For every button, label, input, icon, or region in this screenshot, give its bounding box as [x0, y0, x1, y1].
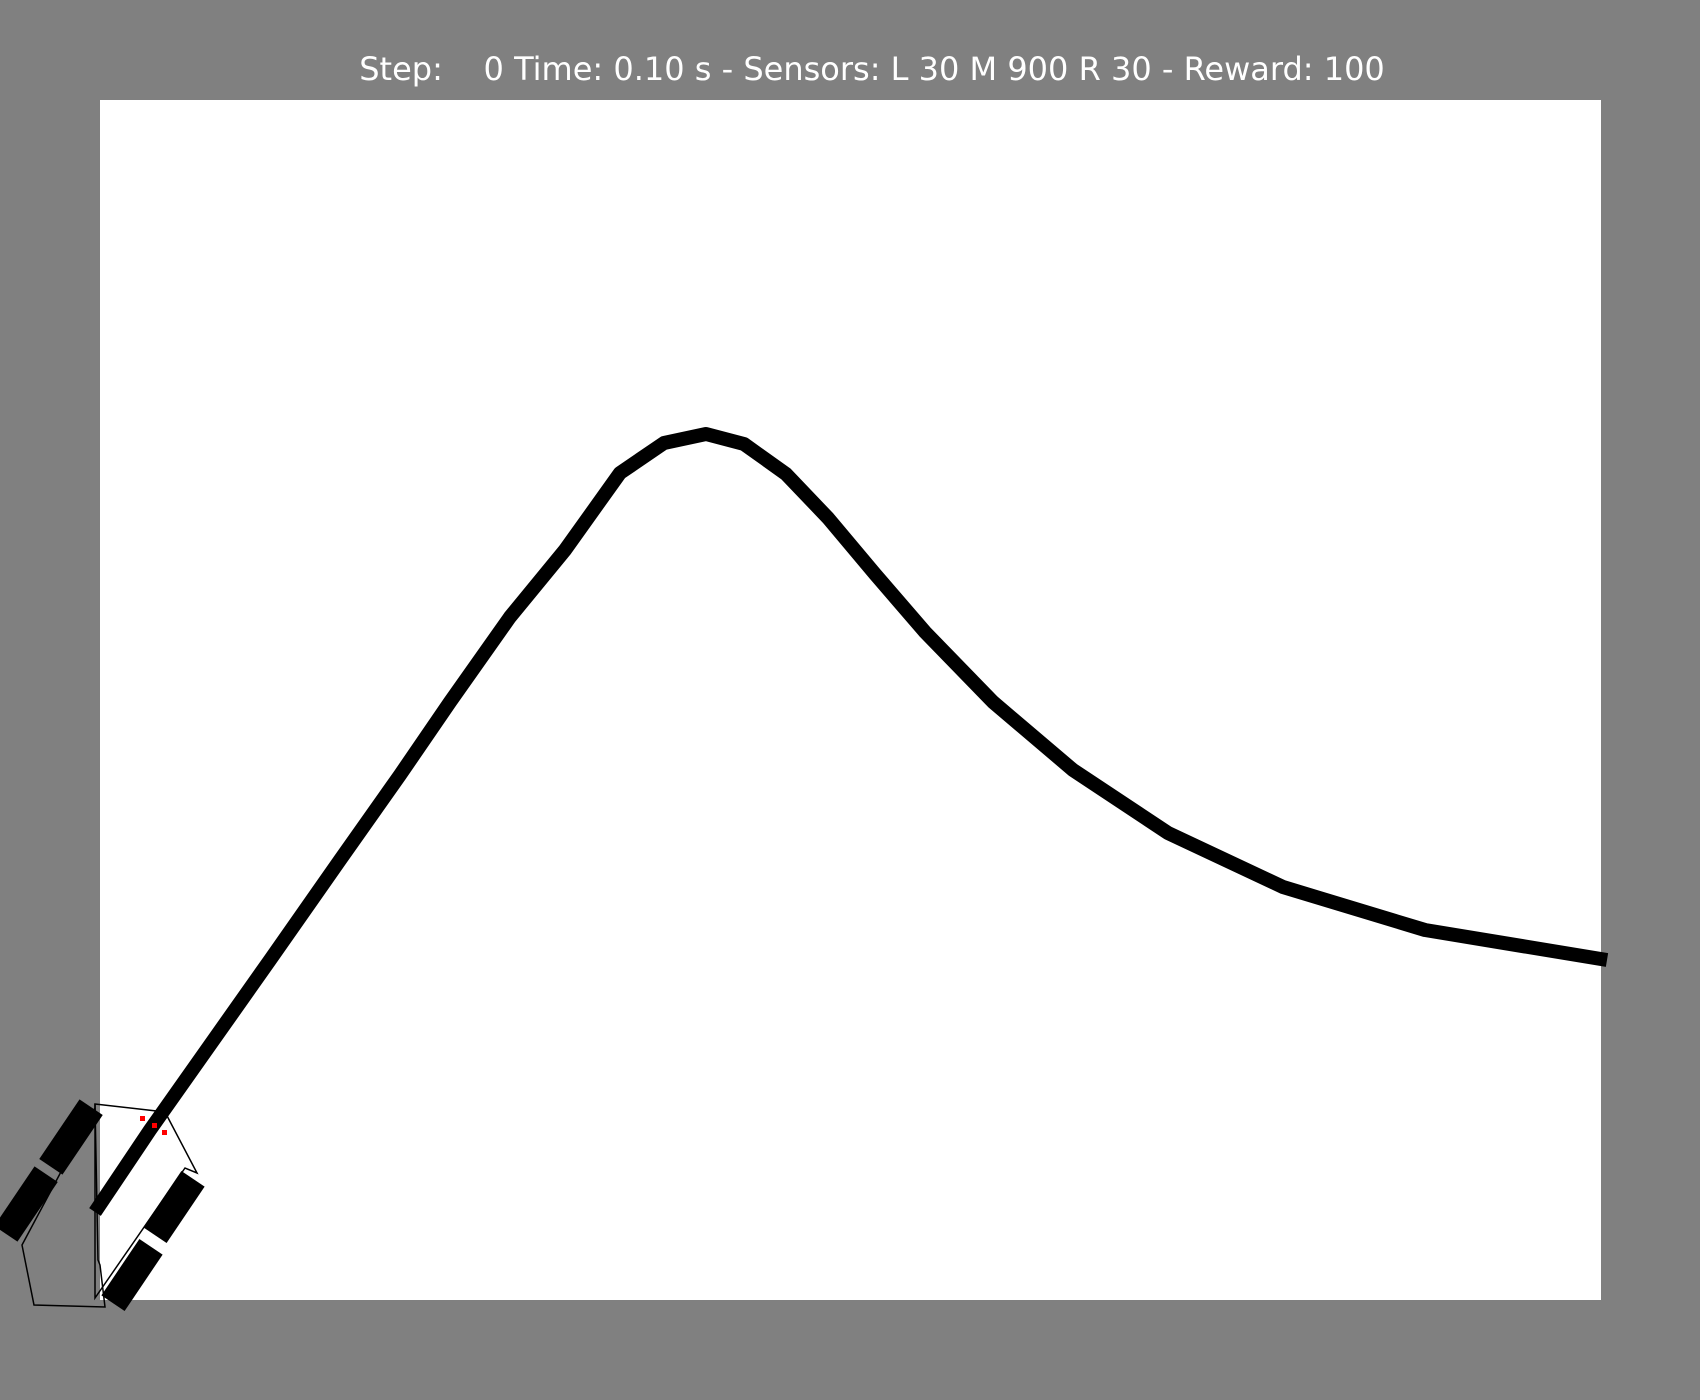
- robot-wheel-left-rear: [0, 1166, 58, 1242]
- sensor-marker-middle: [152, 1123, 157, 1128]
- simulation-canvas: Step: 0 Time: 0.10 s - Sensors: L 30 M 9…: [0, 50, 1609, 1312]
- robot-wheel-left-front: [39, 1099, 103, 1175]
- status-text: Step: 0 Time: 0.10 s - Sensors: L 30 M 9…: [359, 50, 1385, 88]
- sensor-marker-left: [140, 1116, 145, 1121]
- arena-floor: [100, 100, 1601, 1300]
- sensor-marker-right: [162, 1130, 167, 1135]
